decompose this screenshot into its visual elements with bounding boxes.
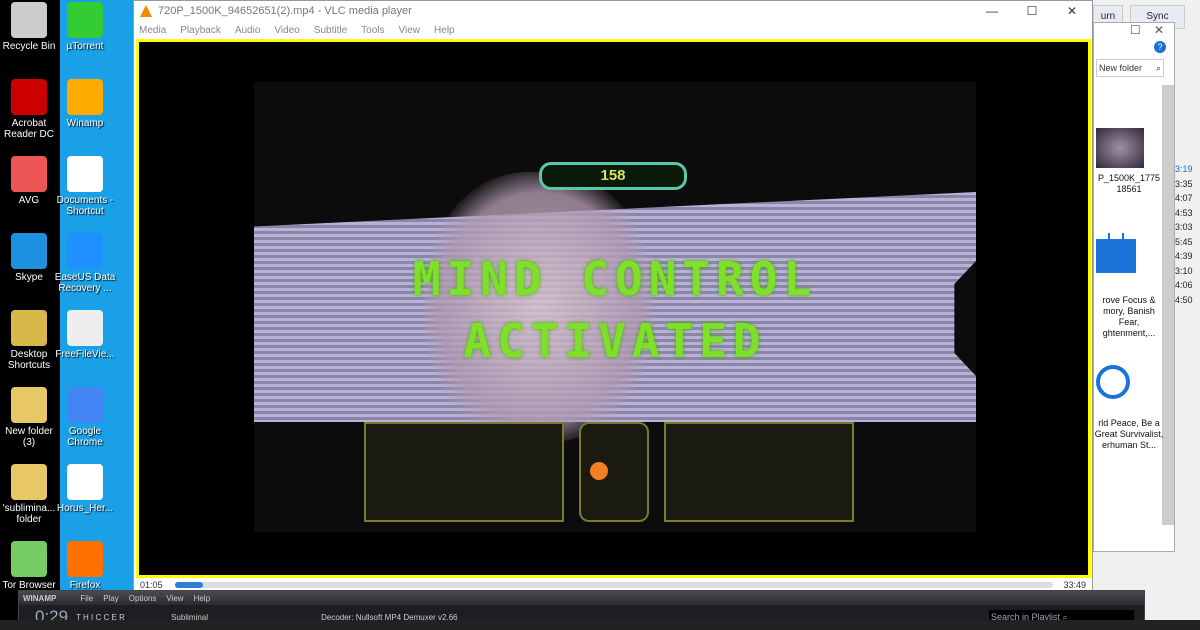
icon-label: Desktop Shortcuts — [7, 349, 51, 371]
desktop-icon[interactable]: Skype — [0, 233, 60, 283]
maximize-icon[interactable]: ☐ — [1130, 23, 1141, 37]
video-frame: 158 MIND CONTROL ACTIVATED — [254, 82, 976, 532]
desktop-icon[interactable]: Google Chrome — [54, 387, 116, 448]
desktop-icon[interactable]: AVG — [0, 156, 60, 206]
total-time: 33:49 — [1063, 580, 1086, 590]
icon-label: 'sublimina... folder — [2, 503, 56, 525]
app-icon — [11, 541, 47, 577]
duration: 4:07 — [1175, 193, 1193, 203]
icon-label: Acrobat Reader DC — [3, 118, 55, 140]
vlc-window: 720P_1500K_94652651(2).mp4 - VLC media p… — [133, 0, 1093, 592]
winamp-menu-play[interactable]: Play — [103, 594, 119, 603]
search-input[interactable]: New folder ⌕ — [1096, 59, 1164, 77]
duration: 3:35 — [1175, 178, 1193, 189]
winamp-menu-view[interactable]: View — [166, 594, 183, 603]
winamp-menu-options[interactable]: Options — [129, 594, 157, 603]
desktop-icon[interactable]: Acrobat Reader DC — [0, 79, 60, 140]
desktop-icon[interactable]: FreeFileVie... — [54, 310, 116, 360]
icon-label: Google Chrome — [67, 426, 103, 448]
maximize-button[interactable]: ☐ — [1012, 4, 1052, 18]
desktop-icon[interactable]: Horus_Her... — [54, 464, 116, 514]
desktop-icon[interactable]: 'sublimina... folder — [0, 464, 60, 525]
app-icon — [11, 79, 47, 115]
desktop-icon[interactable]: New folder (3) — [0, 387, 60, 448]
app-icon — [67, 541, 103, 577]
app-icon — [11, 464, 47, 500]
desktop-icon[interactable]: Recycle Bin — [0, 2, 60, 52]
duration: 4:50 — [1175, 294, 1193, 305]
app-icon — [67, 2, 103, 38]
seek-bar[interactable] — [174, 582, 1054, 588]
icon-label: Recycle Bin — [2, 41, 56, 52]
icon-label: Skype — [15, 272, 43, 283]
file-item[interactable]: rove Focus & mory, Banish Fear, ghtenmen… — [1094, 295, 1164, 339]
menu-subtitle[interactable]: Subtitle — [314, 25, 347, 36]
duration: 4:53 — [1175, 207, 1193, 218]
app-icon — [11, 387, 47, 423]
duration: 4:06 — [1175, 280, 1193, 290]
app-icon — [67, 79, 103, 115]
desktop-icon[interactable]: Documents - Shortcut — [54, 156, 116, 217]
desktop-icon[interactable]: µTorrent — [54, 2, 116, 52]
elapsed-time: 01:05 — [140, 580, 163, 590]
file-item[interactable]: rld Peace, Be a Great Survivalist, erhum… — [1094, 418, 1164, 451]
app-icon — [11, 233, 47, 269]
app-icon — [11, 156, 47, 192]
video-thumbnail[interactable] — [1096, 128, 1144, 168]
menu-help[interactable]: Help — [434, 25, 455, 36]
app-icon — [67, 387, 103, 423]
icon-label: µTorrent — [66, 41, 104, 52]
duration: 4:39 — [1175, 251, 1193, 261]
app-icon — [11, 310, 47, 346]
help-icon[interactable]: ? — [1154, 41, 1166, 53]
desktop-icon[interactable]: Winamp — [54, 79, 116, 129]
search-icon: ⌕ — [1155, 63, 1161, 73]
app-icon — [67, 310, 103, 346]
hud-counter: 158 — [539, 162, 687, 190]
desktop-icon[interactable]: EaseUS Data Recovery ... — [54, 233, 116, 294]
icon-label: AVG — [18, 195, 40, 206]
icon-label: EaseUS Data Recovery ... — [54, 272, 116, 294]
app-icon — [67, 464, 103, 500]
minimize-button[interactable]: — — [972, 4, 1012, 18]
close-icon[interactable]: ✕ — [1154, 23, 1164, 37]
menu-playback[interactable]: Playback — [180, 25, 221, 36]
video-caption-line2: ACTIVATED — [463, 314, 767, 368]
video-caption-line1: MIND CONTROL — [412, 252, 818, 306]
menu-tools[interactable]: Tools — [361, 25, 384, 36]
menu-media[interactable]: Media — [139, 25, 166, 36]
close-button[interactable]: ✕ — [1052, 4, 1092, 18]
app-icon — [67, 156, 103, 192]
duration: 3:19 — [1175, 164, 1193, 174]
duration-column: 3:19 3:35 4:07 4:53 3:03 5:45 4:39 3:10 4:06 4:50 — [1175, 162, 1193, 307]
file-item[interactable]: P_1500K_1775 18561 — [1094, 173, 1164, 195]
vlc-cone-icon — [140, 5, 152, 17]
audio-file-icon — [1096, 365, 1130, 399]
icon-label: Horus_Her... — [56, 503, 114, 514]
video-area[interactable]: 158 MIND CONTROL ACTIVATED — [136, 39, 1091, 578]
video-file-icon — [1096, 233, 1136, 273]
file-explorer-window: ☐ ✕ ? New folder ⌕ P_1500K_1775 18561 rov… — [1093, 22, 1175, 552]
app-icon — [67, 233, 103, 269]
desktop-icon[interactable]: Firefox — [54, 541, 116, 591]
desktop-icon[interactable]: Tor Browser — [0, 541, 60, 591]
winamp-title: WINAMP — [23, 593, 57, 603]
menu-video[interactable]: Video — [274, 25, 299, 36]
window-title: 720P_1500K_94652651(2).mp4 - VLC media p… — [158, 5, 412, 17]
duration: 3:10 — [1175, 265, 1193, 276]
icon-label: Documents - Shortcut — [56, 195, 114, 217]
desktop-icon[interactable]: Desktop Shortcuts — [0, 310, 60, 371]
winamp-menu-help[interactable]: Help — [194, 594, 210, 603]
menu-audio[interactable]: Audio — [235, 25, 261, 36]
app-icon — [11, 2, 47, 38]
duration: 5:45 — [1175, 236, 1193, 247]
icon-label: FreeFileVie... — [55, 349, 115, 360]
menu-view[interactable]: View — [399, 25, 421, 36]
duration: 3:03 — [1175, 222, 1193, 232]
icon-label: Winamp — [66, 118, 104, 129]
taskbar — [0, 620, 1200, 630]
winamp-menu-file[interactable]: File — [80, 594, 93, 603]
icon-label: New folder (3) — [5, 426, 53, 448]
